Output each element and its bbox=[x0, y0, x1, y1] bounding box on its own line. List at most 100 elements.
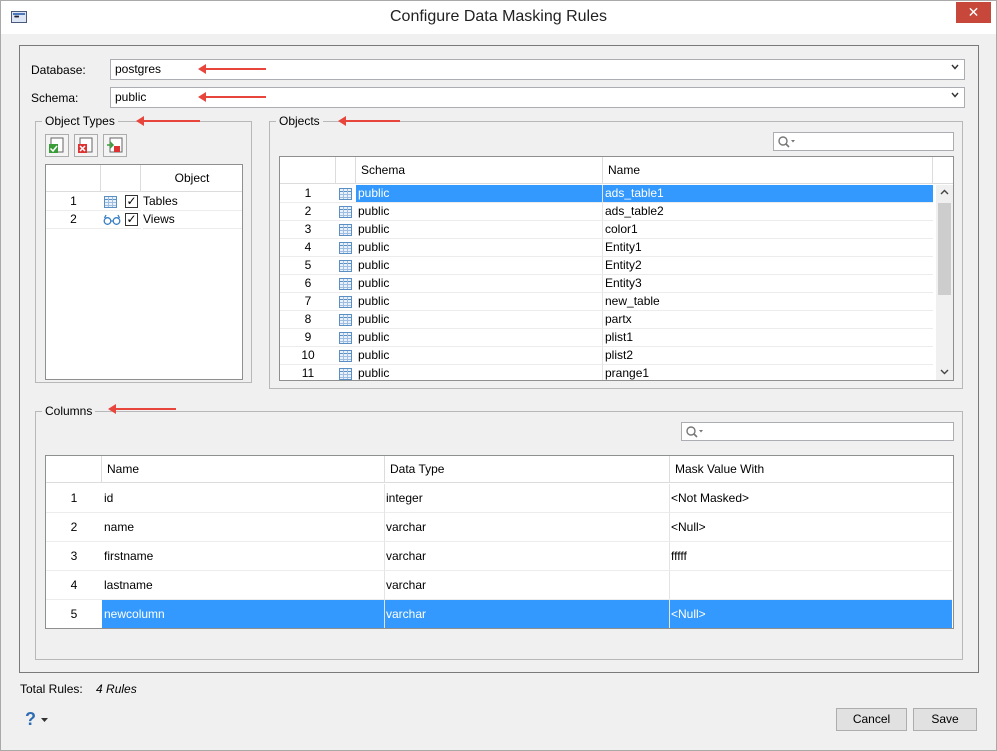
table-icon bbox=[339, 260, 352, 272]
table-row[interactable]: 11 public prange1 bbox=[280, 365, 936, 380]
row-number: 4 bbox=[46, 571, 102, 600]
table-row[interactable]: 1 ✓ Tables bbox=[46, 193, 242, 211]
uncheck-all-button[interactable] bbox=[74, 134, 98, 157]
table-row[interactable]: 2 name varchar <Null> bbox=[46, 513, 953, 542]
row-number-header bbox=[46, 165, 101, 192]
table-icon bbox=[339, 368, 352, 380]
object-name: partx bbox=[603, 311, 933, 329]
table-icon bbox=[339, 332, 352, 344]
row-number: 1 bbox=[46, 193, 101, 211]
table-row[interactable]: 3 firstname varchar fffff bbox=[46, 542, 953, 571]
object-schema: public bbox=[356, 203, 603, 221]
objects-scrollbar[interactable] bbox=[936, 185, 953, 380]
column-name: newcolumn bbox=[102, 600, 385, 628]
table-row[interactable]: 4 lastname varchar bbox=[46, 571, 953, 600]
columns-search-input[interactable] bbox=[681, 422, 954, 441]
scrollbar-thumb[interactable] bbox=[938, 203, 951, 295]
row-number: 5 bbox=[280, 257, 336, 275]
object-type-name: Tables bbox=[143, 193, 242, 211]
grid-header: Object bbox=[46, 165, 242, 192]
objects-grid: Schema Name 1 public ads_table1 2 public ads_… bbox=[279, 156, 954, 381]
mask-value-cell[interactable] bbox=[670, 571, 952, 600]
row-number-header bbox=[280, 157, 336, 184]
object-name: Entity1 bbox=[603, 239, 933, 257]
table-icon bbox=[339, 278, 352, 290]
row-number: 1 bbox=[280, 185, 336, 203]
object-type-checkbox[interactable]: ✓ bbox=[125, 213, 138, 226]
grid-header: Schema Name bbox=[280, 157, 953, 184]
database-label: Database: bbox=[31, 63, 86, 77]
mask-value-cell[interactable]: fffff bbox=[670, 542, 952, 571]
scroll-up-icon[interactable] bbox=[940, 189, 949, 195]
table-row[interactable]: 1 id integer <Not Masked> bbox=[46, 484, 953, 513]
table-icon bbox=[339, 242, 352, 254]
scroll-down-icon[interactable] bbox=[940, 369, 949, 375]
grid-header: Name Data Type Mask Value With bbox=[46, 456, 953, 483]
table-row[interactable]: 4 public Entity1 bbox=[280, 239, 936, 257]
table-row[interactable]: 5 public Entity2 bbox=[280, 257, 936, 275]
row-number: 11 bbox=[280, 365, 336, 380]
column-data-type: integer bbox=[385, 484, 670, 513]
row-number: 2 bbox=[46, 211, 101, 229]
invert-selection-icon bbox=[107, 137, 123, 153]
close-button[interactable]: ✕ bbox=[956, 2, 991, 23]
table-row[interactable]: 6 public Entity3 bbox=[280, 275, 936, 293]
object-name: Entity3 bbox=[603, 275, 933, 293]
columns-grid: Name Data Type Mask Value With 1 id intege… bbox=[45, 455, 954, 629]
table-row[interactable]: 8 public partx bbox=[280, 311, 936, 329]
icon-header bbox=[101, 165, 141, 192]
object-name: prange1 bbox=[603, 365, 933, 380]
mask-value-cell[interactable]: <Null> bbox=[670, 600, 952, 628]
row-number: 7 bbox=[280, 293, 336, 311]
column-name: firstname bbox=[102, 542, 385, 571]
table-row[interactable]: 10 public plist2 bbox=[280, 347, 936, 365]
total-rules: Total Rules: 4 Rules bbox=[20, 682, 137, 696]
mask-value-cell[interactable]: <Null> bbox=[670, 513, 952, 542]
column-name: id bbox=[102, 484, 385, 513]
cancel-button[interactable]: Cancel bbox=[836, 708, 907, 731]
column-name: lastname bbox=[102, 571, 385, 600]
table-row[interactable]: 5 newcolumn varchar <Null> bbox=[46, 600, 953, 628]
table-icon bbox=[339, 296, 352, 308]
help-button[interactable]: ? bbox=[25, 709, 53, 729]
column-data-type: varchar bbox=[385, 571, 670, 600]
dialog-window: Configure Data Masking Rules ✕ Database:… bbox=[0, 0, 997, 751]
objects-search-input[interactable] bbox=[773, 132, 954, 151]
table-row[interactable]: 2 ✓ Views bbox=[46, 211, 242, 229]
table-icon bbox=[339, 350, 352, 362]
row-number: 9 bbox=[280, 329, 336, 347]
object-name: ads_table2 bbox=[603, 203, 933, 221]
table-icon bbox=[339, 224, 352, 236]
mask-value-cell[interactable]: <Not Masked> bbox=[670, 484, 952, 513]
table-row[interactable]: 9 public plist1 bbox=[280, 329, 936, 347]
column-data-type: varchar bbox=[385, 542, 670, 571]
schema-column-header: Schema bbox=[356, 157, 603, 184]
table-row[interactable]: 1 public ads_table1 bbox=[280, 185, 936, 203]
search-icon bbox=[686, 426, 703, 438]
object-schema: public bbox=[356, 257, 603, 275]
object-type-checkbox[interactable]: ✓ bbox=[125, 195, 138, 208]
objects-label: Objects bbox=[276, 114, 323, 128]
column-name-header: Name bbox=[102, 456, 385, 483]
table-row[interactable]: 7 public new_table bbox=[280, 293, 936, 311]
column-name: name bbox=[102, 513, 385, 542]
object-schema: public bbox=[356, 311, 603, 329]
row-number: 3 bbox=[46, 542, 102, 571]
check-all-button[interactable] bbox=[45, 134, 69, 157]
chevron-down-icon bbox=[951, 64, 959, 70]
row-number: 2 bbox=[280, 203, 336, 221]
total-rules-value: 4 Rules bbox=[96, 682, 137, 696]
table-row[interactable]: 2 public ads_table2 bbox=[280, 203, 936, 221]
window-title: Configure Data Masking Rules bbox=[390, 8, 607, 25]
database-value: postgres bbox=[115, 62, 162, 76]
save-button[interactable]: Save bbox=[913, 708, 977, 731]
object-name: plist1 bbox=[603, 329, 933, 347]
row-number: 4 bbox=[280, 239, 336, 257]
columns-label: Columns bbox=[42, 404, 96, 418]
annotation-arrow bbox=[338, 116, 400, 126]
invert-selection-button[interactable] bbox=[103, 134, 127, 157]
row-number-header bbox=[46, 456, 102, 483]
object-name: new_table bbox=[603, 293, 933, 311]
row-number: 2 bbox=[46, 513, 102, 542]
table-row[interactable]: 3 public color1 bbox=[280, 221, 936, 239]
